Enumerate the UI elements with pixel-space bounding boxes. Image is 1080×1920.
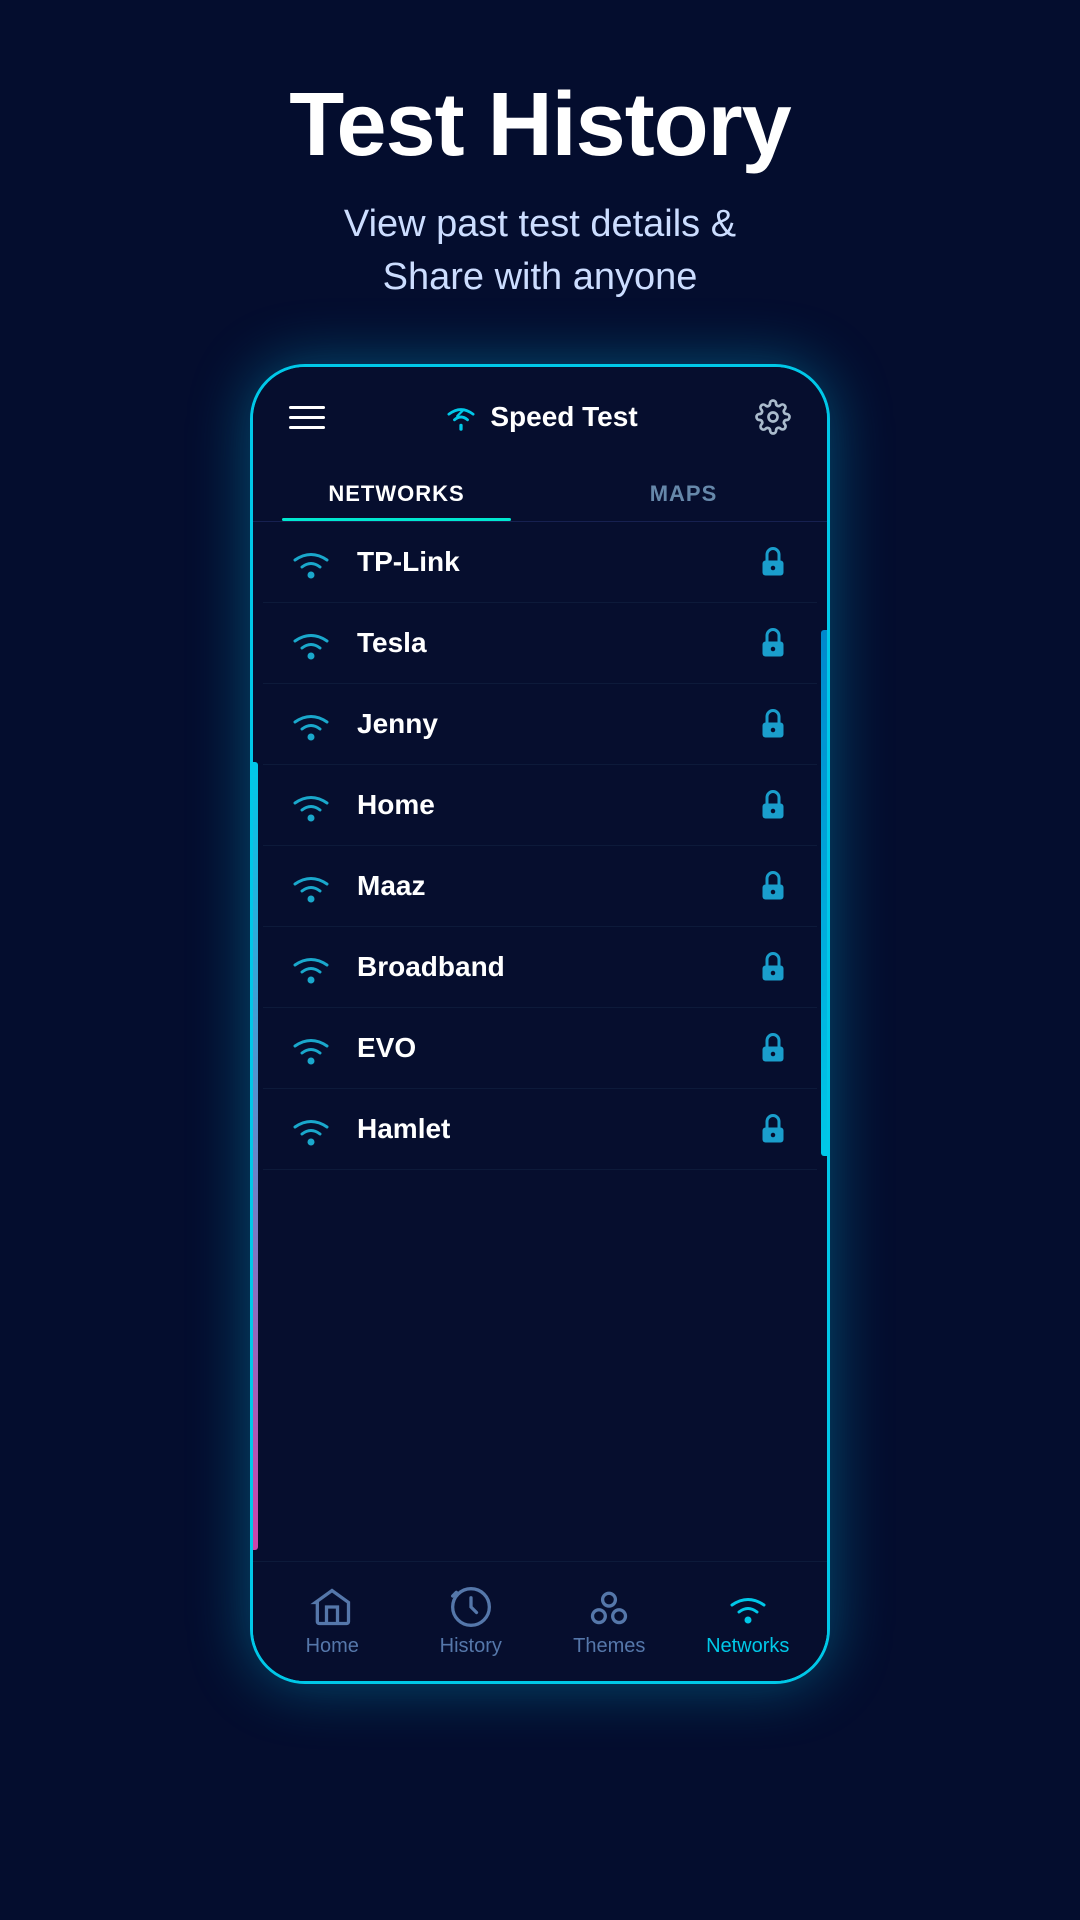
wifi-icon [289, 1112, 333, 1146]
network-name: Tesla [357, 627, 755, 659]
header-section: Test History View past test details &Sha… [0, 0, 1080, 364]
lock-icon [755, 787, 791, 823]
nav-themes[interactable]: Themes [540, 1585, 679, 1658]
network-name: TP-Link [357, 546, 755, 578]
lock-icon [755, 1111, 791, 1147]
tab-bar: NETWORKS MAPS [253, 465, 827, 522]
nav-home-label: Home [306, 1635, 359, 1658]
history-icon [449, 1585, 493, 1629]
wifi-icon [289, 626, 333, 660]
list-item[interactable]: Jenny [263, 684, 817, 765]
list-item[interactable]: Broadband [263, 927, 817, 1008]
list-item[interactable]: Hamlet [263, 1089, 817, 1170]
nav-networks-label: Networks [706, 1635, 789, 1658]
themes-icon [587, 1585, 631, 1629]
wifi-logo-icon [442, 403, 480, 431]
wifi-icon [289, 545, 333, 579]
wifi-icon [289, 788, 333, 822]
networks-icon [726, 1585, 770, 1629]
wifi-icon [289, 1031, 333, 1065]
nav-themes-label: Themes [573, 1635, 645, 1658]
app-name: Speed Test [490, 401, 637, 433]
nav-networks[interactable]: Networks [679, 1585, 818, 1658]
lock-icon [755, 1030, 791, 1066]
network-name: Home [357, 789, 755, 821]
lock-icon [755, 625, 791, 661]
wifi-icon [289, 950, 333, 984]
network-list: TP-Link Tesla [253, 522, 827, 1561]
nav-home[interactable]: Home [263, 1585, 402, 1658]
phone-frame: Speed Test NETWORKS MAPS TP-Link [250, 364, 830, 1684]
list-item[interactable]: Home [263, 765, 817, 846]
network-name: Maaz [357, 870, 755, 902]
lock-icon [755, 706, 791, 742]
bottom-nav: Home History Themes [253, 1561, 827, 1681]
tab-maps[interactable]: MAPS [540, 465, 827, 521]
home-icon [310, 1585, 354, 1629]
menu-button[interactable] [289, 406, 325, 429]
network-name: Hamlet [357, 1113, 755, 1145]
network-name: Jenny [357, 708, 755, 740]
nav-history[interactable]: History [402, 1585, 541, 1658]
settings-icon[interactable] [755, 399, 791, 435]
list-item[interactable]: EVO [263, 1008, 817, 1089]
wifi-icon [289, 869, 333, 903]
lock-icon [755, 544, 791, 580]
list-item[interactable]: Tesla [263, 603, 817, 684]
app-brand: Speed Test [442, 401, 637, 433]
tab-networks[interactable]: NETWORKS [253, 465, 540, 521]
page-title: Test History [0, 80, 1080, 170]
network-name: Broadband [357, 951, 755, 983]
phone-inner: Speed Test NETWORKS MAPS TP-Link [253, 367, 827, 1681]
network-name: EVO [357, 1032, 755, 1064]
nav-history-label: History [440, 1635, 502, 1658]
list-item[interactable]: Maaz [263, 846, 817, 927]
page-subtitle: View past test details &Share with anyon… [0, 198, 1080, 304]
top-bar: Speed Test [253, 367, 827, 455]
lock-icon [755, 949, 791, 985]
wifi-icon [289, 707, 333, 741]
list-item[interactable]: TP-Link [263, 522, 817, 603]
lock-icon [755, 868, 791, 904]
